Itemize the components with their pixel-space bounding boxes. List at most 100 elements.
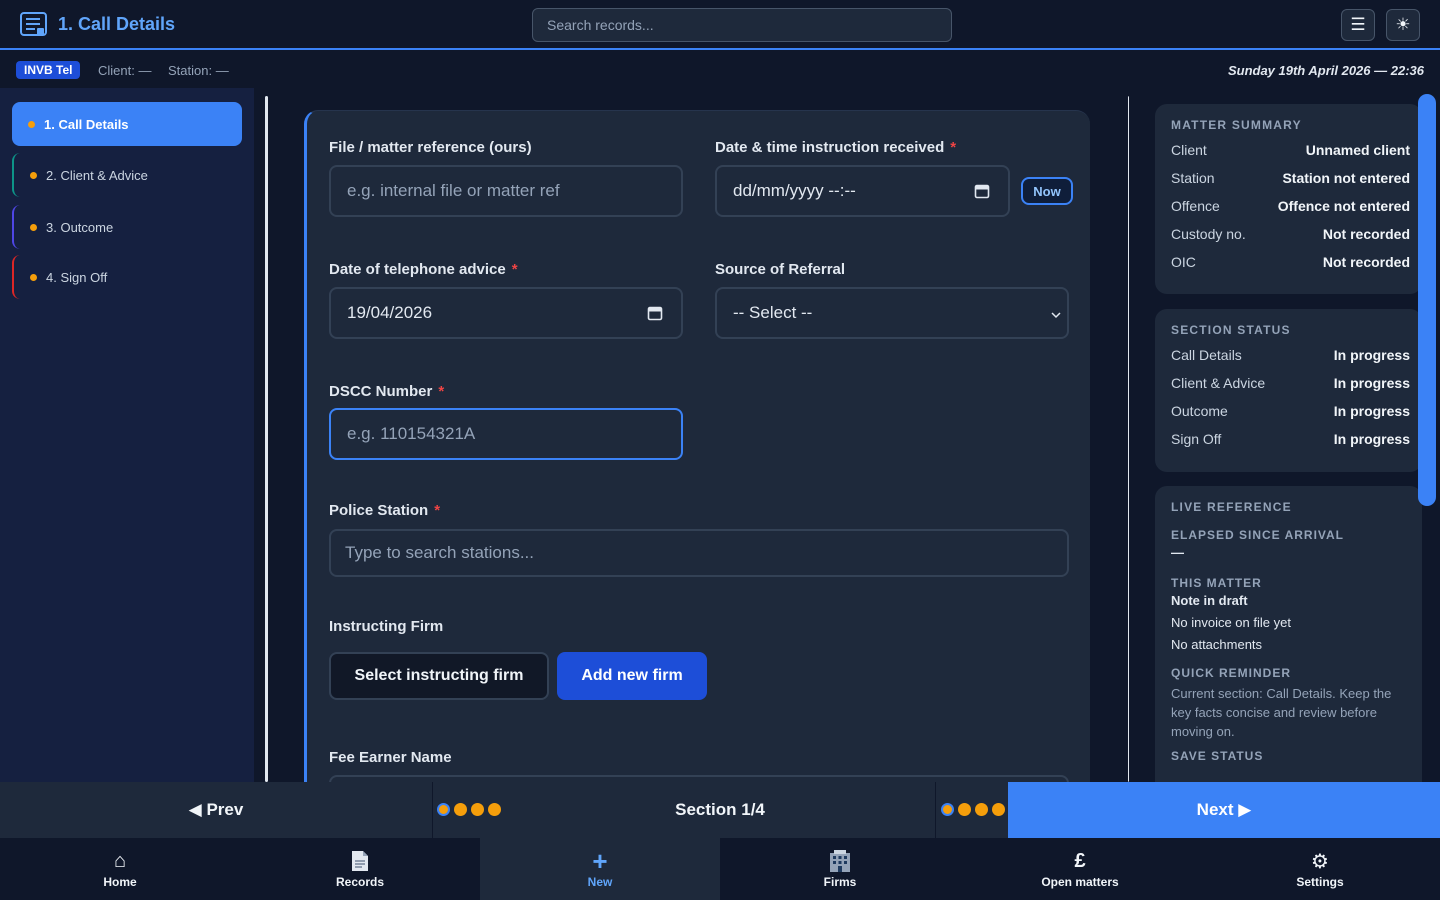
calendar-icon[interactable]: [974, 183, 990, 199]
panel-title: LIVE REFERENCE: [1171, 500, 1292, 514]
summary-row: Station Station not entered: [1171, 170, 1410, 186]
prev-button[interactable]: ◀ Prev: [0, 782, 432, 838]
status-dot: [30, 223, 37, 231]
bottom-nav: ⌂ Home Records + New Firms £ Open matter…: [0, 838, 1440, 900]
progress-dots: [941, 803, 1005, 816]
select-firm-button[interactable]: Select instructing firm: [329, 652, 549, 700]
dscc-number-input[interactable]: e.g. 110154321A: [329, 408, 683, 460]
sidebar-item-label: 1. Call Details: [44, 116, 129, 132]
tel-advice-date-input[interactable]: 19/04/2026: [329, 287, 683, 339]
station-info: Station: —: [168, 63, 229, 78]
progress-dot: [437, 803, 450, 816]
gear-icon: ⚙: [1311, 850, 1329, 873]
building-icon: [828, 849, 852, 873]
status-row: Outcome In progress: [1171, 403, 1410, 419]
next-button[interactable]: Next ▶: [1008, 782, 1440, 838]
matter-draft: Note in draft: [1171, 593, 1248, 608]
dscc-label: DSCC Number *: [329, 383, 445, 400]
document-icon: [351, 849, 369, 873]
summary-row: Custody no. Not recorded: [1171, 226, 1410, 242]
referral-select[interactable]: -- Select --: [715, 287, 1069, 339]
home-icon: ⌂: [113, 849, 127, 872]
file-ref-input[interactable]: e.g. internal file or matter ref: [329, 165, 683, 217]
client-info: Client: —: [98, 63, 152, 78]
now-button[interactable]: Now: [1021, 177, 1073, 205]
live-reference-panel: LIVE REFERENCE ELAPSED SINCE ARRIVAL — T…: [1155, 486, 1422, 782]
nav-open-matters[interactable]: £ Open matters: [960, 838, 1200, 900]
elapsed-title: ELAPSED SINCE ARRIVAL: [1171, 528, 1345, 542]
sidebar-item-client-advice[interactable]: 2. Client & Advice: [12, 153, 242, 197]
matter-summary-panel: MATTER SUMMARY Client Unnamed client Stat…: [1155, 104, 1422, 294]
info-bar: INVB Tel Client: — Station: — Sunday 19t…: [0, 52, 1440, 88]
section-status-panel: SECTION STATUS Call Details In progress C…: [1155, 309, 1422, 472]
nav-label: Open matters: [1041, 875, 1119, 889]
fee-earner-input[interactable]: [329, 775, 1069, 782]
sidebar-item-call-details[interactable]: 1. Call Details: [12, 102, 242, 146]
progress-dot: [992, 803, 1005, 816]
plus-icon: +: [592, 845, 608, 876]
nav-label: Settings: [1296, 875, 1344, 889]
progress-dot: [471, 803, 484, 816]
nav-home[interactable]: ⌂ Home: [0, 838, 240, 900]
status-dot: [30, 273, 37, 281]
nav-new[interactable]: + New: [480, 838, 720, 900]
progress-dot: [958, 803, 971, 816]
sidebar-item-sign-off[interactable]: 4. Sign Off: [12, 255, 242, 299]
status-row: Sign Off In progress: [1171, 431, 1410, 447]
matter-invoice: No invoice on file yet: [1171, 615, 1291, 630]
status-dot: [28, 120, 35, 128]
current-date: Sunday 19th April 2026 — 22:36: [1227, 63, 1424, 78]
add-firm-button[interactable]: Add new firm: [557, 652, 707, 700]
search-input[interactable]: [532, 8, 952, 42]
progress-dot: [488, 803, 501, 816]
save-status-title: SAVE STATUS: [1171, 749, 1264, 763]
summary-row: Offence Offence not entered: [1171, 198, 1410, 214]
theme-toggle-button[interactable]: ☀: [1386, 9, 1420, 41]
panel-title: SECTION STATUS: [1171, 323, 1291, 337]
section-indicator: Section 1/4: [675, 800, 765, 819]
instructing-firm-label: Instructing Firm: [329, 618, 444, 635]
matter-attachments: No attachments: [1171, 637, 1263, 652]
referral-label: Source of Referral: [715, 261, 846, 278]
nav-label: Home: [103, 875, 137, 889]
matter-title: THIS MATTER: [1171, 576, 1262, 590]
progress-dot: [454, 803, 467, 816]
nav-firms[interactable]: Firms: [720, 838, 960, 900]
progress-dot: [941, 803, 954, 816]
reminder-text: Current section: Call Details. Keep the …: [1171, 686, 1392, 739]
scrollbar-thumb[interactable]: [1418, 94, 1436, 506]
divider: [935, 782, 936, 838]
status-dot: [30, 171, 37, 179]
nav-label: Records: [335, 875, 385, 889]
police-station-input[interactable]: Type to search stations...: [329, 529, 1069, 577]
sidebar-item-outcome[interactable]: 3. Outcome: [12, 205, 242, 249]
nav-label: Firms: [823, 875, 857, 889]
summary-row: Client Unnamed client: [1171, 142, 1410, 158]
wizard-bar: ◀ Prev Section 1/4 Next ▶: [0, 782, 1440, 838]
nav-settings[interactable]: ⚙ Settings: [1200, 838, 1440, 900]
page-title: 1. Call Details: [58, 14, 176, 34]
sun-icon: ☀: [1395, 15, 1411, 34]
fee-earner-label: Fee Earner Name: [329, 749, 452, 766]
progress-dot: [975, 803, 988, 816]
progress-dots: [437, 803, 501, 816]
reminder-title: QUICK REMINDER: [1171, 666, 1292, 680]
elapsed-value: —: [1171, 545, 1184, 560]
divider: [432, 782, 433, 838]
sidebar-item-label: 3. Outcome: [46, 219, 114, 235]
police-station-label: Police Station *: [329, 502, 441, 519]
notes-icon: [20, 12, 47, 36]
sidebar: 1. Call Details 2. Client & Advice 3. Ou…: [0, 88, 254, 782]
hamburger-icon: ☰: [1350, 15, 1366, 34]
divider: [265, 96, 268, 782]
instruction-datetime-input[interactable]: dd/mm/yyyy --:--: [715, 165, 1010, 217]
pound-icon: £: [1074, 849, 1086, 872]
calendar-icon[interactable]: [647, 305, 663, 321]
form-card: File / matter reference (ours) e.g. inte…: [304, 110, 1090, 782]
main-content: File / matter reference (ours) e.g. inte…: [270, 88, 1128, 782]
status-row: Client & Advice In progress: [1171, 375, 1410, 391]
instruction-label: Date & time instruction received *: [715, 139, 957, 156]
sidebar-item-label: 4. Sign Off: [46, 269, 108, 285]
menu-button[interactable]: ☰: [1341, 9, 1375, 41]
nav-records[interactable]: Records: [240, 838, 480, 900]
